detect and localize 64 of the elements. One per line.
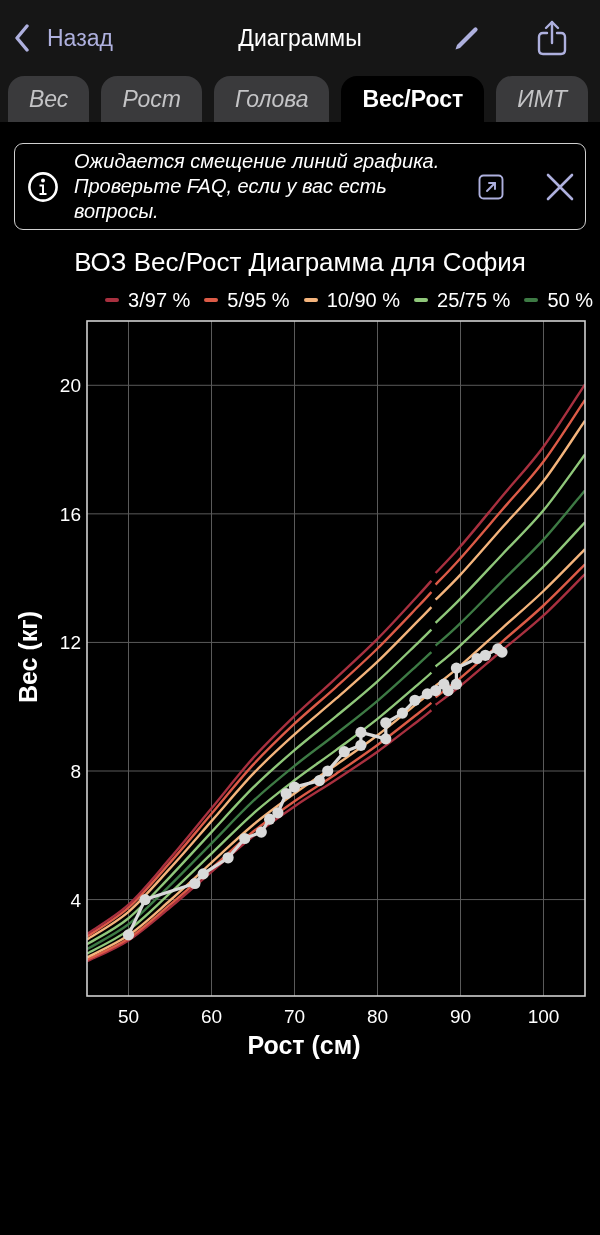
- measurement-point: [222, 852, 234, 864]
- measurement-point: [442, 685, 454, 697]
- measurement-point: [139, 894, 151, 906]
- x-tick-label: 100: [527, 1006, 560, 1027]
- y-tick-label: 20: [59, 375, 81, 397]
- back-button[interactable]: Назад: [14, 24, 113, 52]
- measurement-point: [239, 832, 251, 845]
- tab[interactable]: ИМТ: [496, 76, 588, 122]
- external-link-icon: [478, 173, 504, 200]
- measurement-point: [338, 746, 350, 758]
- measurement-point: [380, 733, 392, 745]
- legend-label: 25/75 %: [437, 288, 511, 312]
- measurement-point: [479, 649, 491, 661]
- measurement-point: [355, 739, 367, 751]
- measurement-point: [122, 929, 135, 941]
- legend-label: 5/95 %: [227, 288, 290, 312]
- x-tick-label: 70: [283, 1006, 306, 1027]
- x-tick-label: 80: [366, 1006, 389, 1027]
- measurement-point: [197, 868, 209, 880]
- measurement-point: [396, 707, 408, 719]
- edit-button[interactable]: [454, 25, 480, 51]
- measurement-point: [264, 813, 276, 825]
- legend-label: 3/97 %: [128, 288, 191, 312]
- close-icon: [546, 172, 574, 201]
- notice-text: Ожидается смещение линий графика. Проверьте FAQ, если у вас есть вопросы.: [74, 149, 441, 224]
- chart-title: ВОЗ Вес/Рост Диаграмма для София: [73, 247, 527, 277]
- measurement-point: [409, 694, 421, 706]
- tab[interactable]: Рост: [101, 76, 202, 122]
- legend-label: 10/90 %: [326, 288, 400, 312]
- measurement-point: [496, 646, 508, 658]
- measurement-point: [471, 652, 483, 665]
- external-link-button[interactable]: [478, 173, 504, 200]
- y-tick-label: 4: [70, 889, 81, 911]
- y-axis-title: Вес (кг): [14, 610, 42, 704]
- measurement-point: [450, 678, 462, 690]
- tab[interactable]: Вес: [8, 76, 90, 122]
- x-axis-title: Рост (см): [247, 1031, 361, 1059]
- measurement-point: [272, 807, 284, 819]
- measurement-point: [380, 717, 392, 729]
- measurement-point: [430, 685, 442, 697]
- legend-label: 50 %: [547, 288, 593, 312]
- share-icon: [537, 20, 567, 56]
- measurement-point: [450, 662, 462, 674]
- measurement-point: [189, 877, 201, 890]
- y-tick-label: 8: [70, 761, 81, 782]
- measurement-point: [313, 775, 325, 787]
- measurement-point: [288, 781, 301, 793]
- info-icon: [28, 171, 58, 202]
- close-button[interactable]: [546, 172, 574, 201]
- measurement-point: [280, 787, 292, 800]
- measurement-point: [355, 726, 367, 738]
- x-tick-label: 90: [449, 1006, 472, 1027]
- tab[interactable]: Вес/Рост: [341, 76, 485, 122]
- tab[interactable]: Голова: [213, 76, 330, 122]
- measurement-point: [255, 826, 267, 838]
- measurement-point: [322, 765, 334, 777]
- pencil-icon: [454, 25, 480, 51]
- y-tick-label: 16: [59, 503, 81, 525]
- x-tick-label: 60: [200, 1006, 223, 1027]
- x-tick-label: 50: [117, 1006, 140, 1027]
- y-tick-label: 12: [59, 632, 81, 654]
- chevron-left-icon: [14, 24, 30, 52]
- share-button[interactable]: [537, 20, 567, 56]
- screen-title: Диаграммы: [238, 24, 362, 52]
